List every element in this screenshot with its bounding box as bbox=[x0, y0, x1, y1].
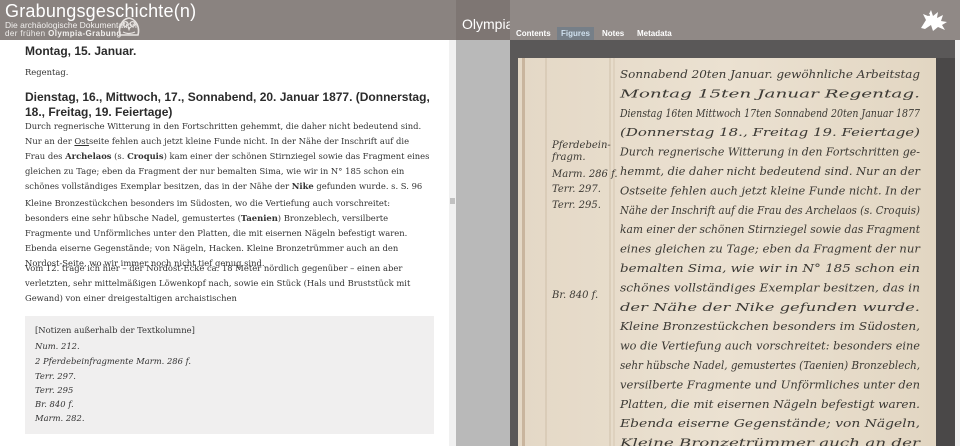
manuscript-line: eines gleichen zu Tage; eben da Fragment… bbox=[620, 243, 921, 256]
manuscript-line: kam einer der schönen Stirnziegel sowie … bbox=[620, 223, 921, 236]
manuscript-line: Platten, die mit eisernen Nägeln befesti… bbox=[619, 398, 920, 411]
manuscript-line: bemalten Sima, wie wir in N° 185 schon e… bbox=[620, 262, 920, 275]
viewer-scrollbar[interactable] bbox=[955, 40, 960, 446]
paragraph: Durch regnerische Witterung in den Forts… bbox=[25, 121, 430, 191]
margin-note: Terr. 295. bbox=[552, 200, 601, 211]
paragraph: Vom 12. trage ich hier – der Nordost-Eck… bbox=[25, 263, 411, 303]
note-item: Br. 840 f. bbox=[35, 399, 74, 409]
app-header: Grabungsgeschichte(n) Die archäologische… bbox=[0, 0, 456, 40]
note-item: Terr. 297. bbox=[35, 371, 76, 381]
manuscript-line: der Nähe der Nike gefunden wurde. bbox=[620, 301, 920, 314]
site-label: Olympia bbox=[462, 16, 514, 32]
find-name[interactable]: Nike bbox=[292, 181, 314, 191]
tab-figures[interactable]: Figures bbox=[557, 27, 594, 40]
pane-divider bbox=[456, 40, 510, 446]
manuscript-line: Kleine Bronzestückchen besonders im Südo… bbox=[619, 320, 920, 333]
margin-note: Pferdebein- bbox=[551, 140, 611, 151]
manuscript-line: Montag 15ten Januar Regentag. bbox=[618, 87, 920, 100]
manuscript-line: Dienstag 16ten Mittwoch 17ten Sonnabend … bbox=[619, 107, 920, 120]
manuscript-line: Sonnabend 20ten Januar. gewöhnliche Arbe… bbox=[620, 68, 920, 81]
entry-title: Dienstag, 16., Mittwoch, 17., Sonnabend,… bbox=[25, 90, 430, 119]
entry-title: Montag, 15. Januar. bbox=[25, 44, 137, 58]
tab-metadata[interactable]: Metadata bbox=[637, 27, 672, 40]
note-item: 2 Pferdebeinfragmente Marm. 286 f. bbox=[35, 356, 192, 366]
margin-notes-box: [Notizen außerhalb der Textkolumne] Num.… bbox=[25, 316, 434, 434]
manuscript-line: wo die Vertiefung auch vorschreitet: bes… bbox=[620, 340, 921, 353]
note-item: Num. 212. bbox=[35, 341, 80, 351]
paragraph: Kleine Bronzestückchen besonders im Südo… bbox=[25, 198, 408, 268]
text-scrollbar-thumb[interactable] bbox=[450, 198, 455, 204]
app-subtitle-line2: der frühen Olympia-Grabung bbox=[5, 29, 122, 38]
margin-note: Marm. 286 f. bbox=[551, 169, 618, 180]
notes-heading: [Notizen außerhalb der Textkolumne] bbox=[35, 325, 195, 335]
margin-note: fragm. bbox=[551, 152, 586, 163]
manuscript-line: Ostseite fehlen auch jetzt kleine Funde … bbox=[620, 184, 921, 197]
margin-note: Terr. 297. bbox=[552, 184, 601, 195]
note-item: Marm. 282. bbox=[35, 413, 85, 423]
croquis-link[interactable]: Croquis bbox=[127, 151, 164, 161]
manuscript-line: (Donnerstag 18., Freitag 19. Feiertage) bbox=[620, 126, 920, 139]
manuscript-image[interactable]: Sonnabend 20ten Januar. gewöhnliche Arbe… bbox=[510, 40, 960, 446]
manuscript-line: Ebenda eiserne Gegenstände; von Nägeln, bbox=[619, 417, 920, 430]
note-item: Terr. 295 bbox=[35, 385, 74, 395]
manuscript-line: hemmt, die daher nicht bedeutend sind. N… bbox=[620, 165, 921, 178]
tab-notes[interactable]: Notes bbox=[602, 27, 624, 40]
text-scrollbar[interactable] bbox=[449, 40, 456, 446]
app-title[interactable]: Grabungsgeschichte(n) bbox=[5, 1, 196, 22]
manuscript-line: Durch regnerische Witterung in den Forts… bbox=[619, 146, 920, 159]
manuscript-line: Kleine Bronzetrümmer auch an der bbox=[618, 437, 921, 446]
entry-body: Regentag. bbox=[25, 67, 69, 77]
margin-note: Br. 840 f. bbox=[551, 290, 598, 301]
manuscript-line: sehr hübsche Nadel, gemustertes (Taenien… bbox=[620, 359, 920, 372]
manuscript-line: schönes vollständiges Exemplar besitzen,… bbox=[620, 281, 920, 294]
griffin-icon[interactable] bbox=[918, 6, 950, 32]
owl-logo-icon bbox=[118, 17, 140, 36]
manuscript-viewer[interactable]: Sonnabend 20ten Januar. gewöhnliche Arbe… bbox=[510, 40, 960, 446]
person-name[interactable]: Archelaos bbox=[65, 151, 111, 161]
manuscript-line: Nähe der Inschrift auf die Frau des Arch… bbox=[619, 204, 920, 217]
tab-contents[interactable]: Contents bbox=[516, 27, 551, 40]
manuscript-line: versilberte Fragmente und Unförmliches u… bbox=[620, 378, 920, 391]
term-taenien[interactable]: Taenien bbox=[241, 213, 278, 223]
link-ost[interactable]: Ost bbox=[74, 136, 89, 146]
